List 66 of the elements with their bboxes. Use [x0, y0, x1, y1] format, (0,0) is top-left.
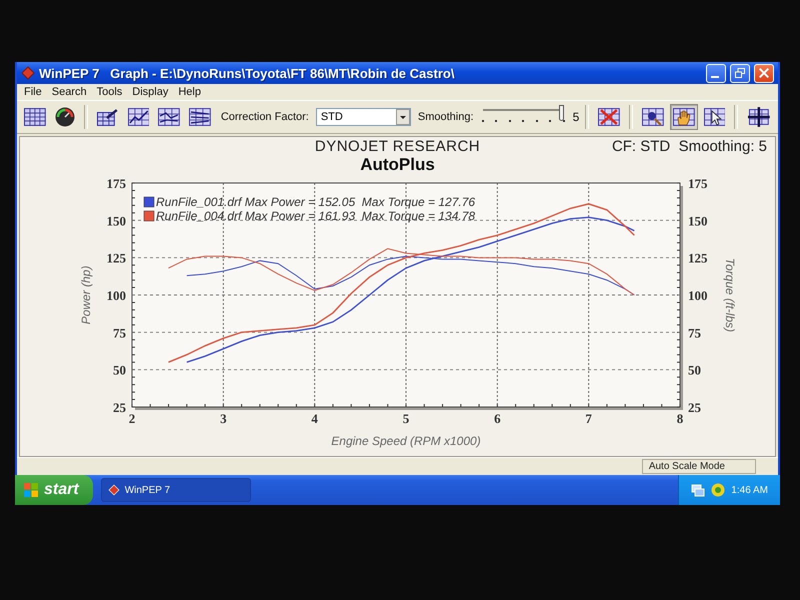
y-tick-label: 175	[688, 176, 708, 191]
menu-item[interactable]: Help	[173, 86, 206, 98]
graph-title: AutoPlus	[359, 155, 436, 175]
x-tick-label: 5	[402, 411, 410, 426]
smoothing-value: 5	[572, 110, 580, 124]
y-tick-label: 100	[688, 288, 708, 303]
y-tick-label: 150	[106, 213, 126, 228]
restore-icon	[735, 68, 745, 78]
minimize-button[interactable]	[706, 64, 726, 82]
y-axis-label: Torque (ft-lbs)	[723, 258, 737, 332]
y-tick-label: 150	[688, 213, 708, 228]
minimize-icon	[710, 76, 718, 78]
x-tick-label: 3	[220, 411, 227, 426]
grid-x-icon	[598, 108, 620, 126]
menu-item[interactable]: File	[19, 86, 47, 98]
status-text: Auto Scale Mode	[642, 459, 756, 474]
y-tick-label: 50	[688, 362, 701, 378]
x-tick-label: 2	[128, 411, 136, 426]
x-tick-label: 7	[585, 411, 592, 426]
smoothing-label: Smoothing:	[418, 111, 474, 123]
taskbar-button[interactable]: WinPEP 7	[100, 478, 251, 502]
grid-hand-icon	[672, 108, 695, 126]
legend-label: RunFile_001.drf Max Power = 152.05 Max Torque = 127.76	[156, 195, 476, 209]
menu-item[interactable]: Display	[127, 86, 174, 98]
x-tick-label: 4	[311, 411, 318, 426]
y-tick-label: 25	[113, 400, 126, 415]
gauge-icon	[54, 107, 75, 127]
grid-crosshair-icon	[747, 107, 772, 127]
two-windows-icon[interactable]	[691, 483, 706, 497]
clock: 1:46 AM	[731, 484, 768, 496]
menu-item[interactable]: Tools	[92, 86, 128, 98]
y-axis-label: Power (hp)	[79, 266, 93, 324]
window-title: WinPEP 7 Graph - E:\DynoRuns\Toyota\FT 86\MT\Robin de Castro\	[39, 66, 454, 80]
y-tick-label: 100	[106, 288, 126, 303]
correction-factor-label: Correction Factor:	[220, 111, 309, 123]
correction-factor-dropdown[interactable]: STD	[316, 108, 411, 126]
y-tick-label: 125	[688, 250, 708, 266]
close-button[interactable]	[754, 64, 774, 82]
x-axis-label: Engine Speed (RPM x1000)	[331, 434, 481, 448]
pan-button[interactable]	[670, 104, 698, 130]
y-tick-label: 75	[113, 325, 126, 340]
windows-flag-icon	[23, 482, 39, 498]
grid-table-icon	[24, 108, 46, 126]
y-tick-label: 50	[113, 362, 126, 378]
y-tick-label: 75	[688, 325, 701, 340]
grid-curve-icon	[158, 108, 180, 126]
y-tick-label: 25	[688, 400, 701, 415]
grid-slash-icon	[96, 108, 119, 126]
app-icon	[21, 66, 35, 80]
close-icon	[759, 68, 769, 78]
menu-item[interactable]: Search	[46, 86, 92, 98]
company-name: DYNOJET RESEARCH	[314, 138, 480, 154]
grid-magnifier-icon	[642, 108, 664, 126]
legend-label: RunFile_004.drf Max Power = 161.93 Max Torque = 134.78	[156, 209, 476, 223]
grid-lines-icon	[189, 108, 211, 126]
restore-button[interactable]	[730, 64, 750, 82]
x-tick-label: 6	[494, 411, 501, 426]
grid-curve-icon	[128, 108, 150, 126]
graph-settings: CF: STD Smoothing: 5	[612, 138, 767, 154]
caret-icon	[396, 109, 410, 125]
app-icon	[108, 484, 120, 496]
x-tick-label: 8	[676, 411, 684, 426]
grid-cursor-icon	[704, 108, 726, 126]
y-tick-label: 175	[106, 176, 126, 191]
slider-thumb[interactable]	[558, 105, 564, 121]
y-tick-label: 125	[106, 250, 126, 266]
